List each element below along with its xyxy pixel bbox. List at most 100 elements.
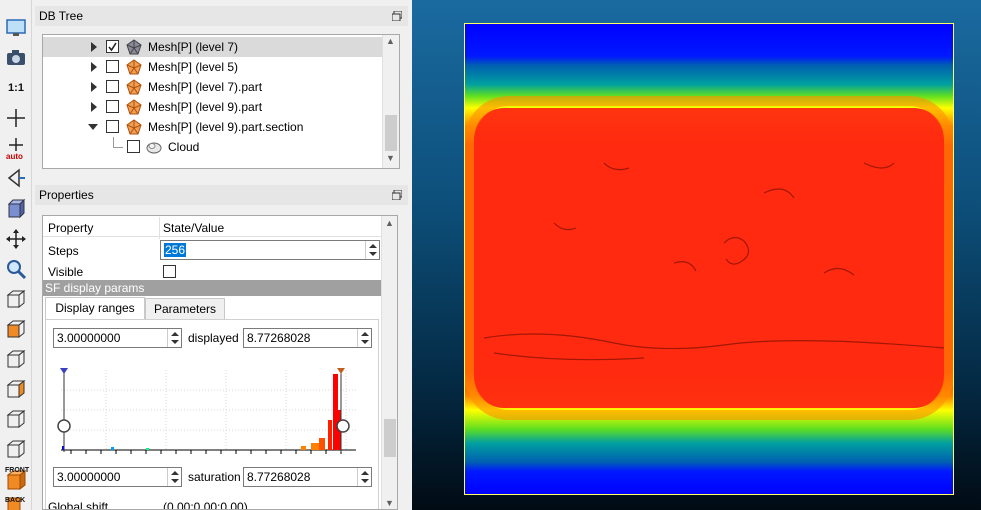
spin-buttons[interactable] [365,241,379,259]
float-panel-icon[interactable] [391,189,403,201]
global-shift-label: Global shift [48,500,109,510]
histogram-max-handle [337,368,345,374]
dbtree-scrollbar[interactable]: ▲ ▼ [382,35,399,168]
visible-checkbox[interactable] [163,265,176,278]
saturation-min-spinbox[interactable]: 3.00000000 [53,467,182,487]
perspective-cube-icon[interactable] [3,196,29,222]
displayed-max-value[interactable]: 8.77268028 [247,331,310,345]
back-view-icon[interactable]: BACK [3,494,29,510]
histogram-bar [328,420,332,450]
tree-item-label: Mesh[P] (level 9).part [148,100,263,114]
tree-item-mesh-level7-part[interactable]: Mesh[P] (level 7).part [43,77,383,97]
scroll-up-icon[interactable]: ▲ [385,218,394,228]
tree-item-checkbox[interactable] [106,40,119,53]
tree-item-mesh-level9-part[interactable]: Mesh[P] (level 9).part [43,97,383,117]
mesh-icon [126,119,142,135]
spin-down-icon[interactable] [171,340,179,344]
expand-arrow-icon[interactable] [91,42,97,52]
scroll-up-icon[interactable]: ▲ [386,36,395,46]
spin-down-icon[interactable] [361,340,369,344]
histogram-ticks [70,450,342,454]
property-column-header: Property [48,221,94,235]
histogram-bar [333,374,338,450]
spin-up-icon[interactable] [369,244,377,248]
histogram-bar [111,447,114,450]
spin-up-icon[interactable] [171,471,179,475]
tree-item-checkbox[interactable] [106,100,119,113]
front-view-icon[interactable]: FRONT [3,466,29,492]
expand-arrow-icon[interactable] [91,102,97,112]
tab-display-ranges[interactable]: Display ranges [45,297,145,319]
steps-row: Steps 256 [43,239,381,260]
view-cube-1-icon[interactable] [3,286,29,312]
saturation-label: saturation [188,470,241,484]
tree-item-label: Cloud [168,140,200,154]
screen-icon[interactable] [3,15,29,41]
spin-down-icon[interactable] [361,479,369,483]
3d-viewport[interactable] [412,0,981,510]
zoom-icon[interactable] [3,256,29,282]
tab-parameters[interactable]: Parameters [145,298,225,320]
rotate-mode-icon[interactable] [3,165,29,191]
tree-item-cloud[interactable]: Cloud [43,137,383,157]
column-divider [159,217,160,239]
steps-spinbox[interactable]: 256 [160,240,380,260]
view-cube-6-icon[interactable] [3,436,29,462]
spin-up-icon[interactable] [171,332,179,336]
tree-item-mesh-level5[interactable]: Mesh[P] (level 5) [43,57,383,77]
saturation-max-value[interactable]: 8.77268028 [247,470,310,484]
one-to-one-icon[interactable]: 1:1 [3,75,29,101]
spin-up-icon[interactable] [361,471,369,475]
tree-item-mesh-level9-section[interactable]: Mesh[P] (level 9).part.section [43,117,383,137]
histogram-bar [301,446,306,450]
global-shift-value: (0.00;0.00;0.00) [163,500,248,510]
scrollbar-thumb[interactable] [385,115,397,151]
histogram-min-circle [57,419,71,433]
histogram-max-circle [336,419,350,433]
properties-title-bar: Properties [35,185,408,205]
tree-item-mesh-level7[interactable]: Mesh[P] (level 7) [43,37,383,57]
displayed-max-spinbox[interactable]: 8.77268028 [243,328,372,348]
spin-down-icon[interactable] [171,479,179,483]
tree-item-checkbox[interactable] [106,60,119,73]
tree-item-checkbox[interactable] [127,140,140,153]
spin-up-icon[interactable] [361,332,369,336]
saturation-max-spinbox[interactable]: 8.77268028 [243,467,372,487]
mesh-icon [126,79,142,95]
spin-down-icon[interactable] [369,252,377,256]
view-cube-3-icon[interactable] [3,346,29,372]
tree-connector [113,147,123,148]
displayed-min-value[interactable]: 3.00000000 [57,331,120,345]
cloud-icon [146,139,162,155]
tree-item-label: Mesh[P] (level 9).part.section [148,120,304,134]
mesh-icon [126,99,142,115]
visible-label: Visible [48,265,84,279]
view-cube-5-icon[interactable] [3,406,29,432]
saturation-min-value[interactable]: 3.00000000 [57,470,120,484]
view-cube-4-icon[interactable] [3,376,29,402]
steps-value[interactable]: 256 [164,243,187,257]
scroll-down-icon[interactable]: ▼ [385,498,394,508]
steps-label: Steps [48,244,79,258]
displayed-label: displayed [188,331,239,345]
histogram-chart[interactable] [56,360,366,468]
auto-pick-icon[interactable]: auto [3,135,29,161]
tree-item-checkbox[interactable] [106,120,119,133]
translate-icon[interactable] [3,226,29,252]
tree-item-label: Mesh[P] (level 7) [148,40,239,54]
view-cube-2-icon[interactable] [3,316,29,342]
expand-arrow-icon[interactable] [91,82,97,92]
expand-arrow-icon[interactable] [91,62,97,72]
scrollbar-thumb[interactable] [384,419,396,457]
properties-scrollbar[interactable]: ▲ ▼ [381,216,397,509]
camera-icon[interactable] [3,45,29,71]
histogram-bar [146,448,149,450]
displayed-min-spinbox[interactable]: 3.00000000 [53,328,182,348]
scroll-down-icon[interactable]: ▼ [386,153,395,163]
tree-connector [113,137,114,147]
collapse-arrow-icon[interactable] [88,124,98,130]
view-toolbar: 1:1 auto FRONT BACK [0,0,32,510]
float-panel-icon[interactable] [391,10,403,22]
tree-item-checkbox[interactable] [106,80,119,93]
crosshair-icon[interactable] [3,105,29,131]
